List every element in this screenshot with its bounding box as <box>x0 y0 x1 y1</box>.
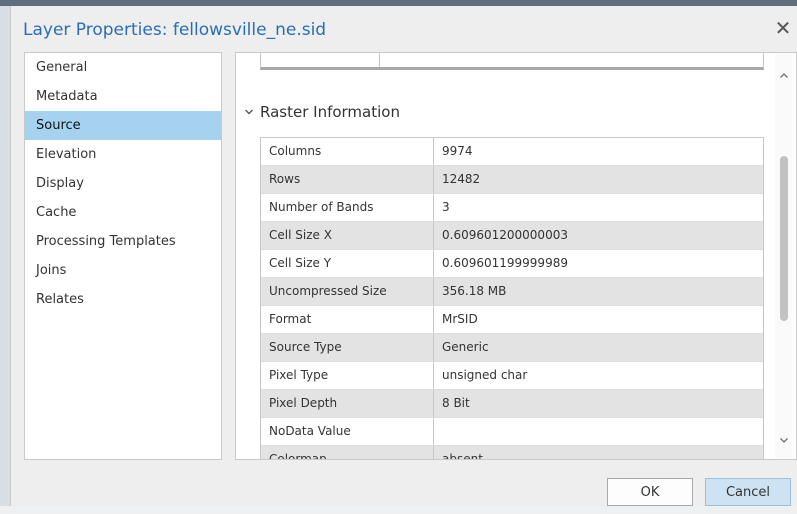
vertical-scrollbar[interactable] <box>775 53 793 459</box>
property-value: 12482 <box>442 172 481 186</box>
properties-nav: General Metadata Source Elevation Displa… <box>24 52 222 460</box>
property-value: 9974 <box>442 144 473 158</box>
property-name: Number of Bands <box>261 194 434 221</box>
close-icon[interactable]: ✕ <box>773 16 793 40</box>
table-row: Cell Size Y 0.609601199999989 <box>261 250 763 278</box>
property-value: 3 <box>442 200 450 214</box>
property-name: Uncompressed Size <box>261 278 434 305</box>
raster-info-table: Columns 9974 Rows 12482 Number of Bands … <box>260 137 764 460</box>
column-divider <box>379 53 380 67</box>
background-window-edge <box>0 6 10 506</box>
property-value: 8 Bit <box>442 396 470 410</box>
table-row: Number of Bands 3 <box>261 194 763 222</box>
nav-item-joins[interactable]: Joins <box>25 256 221 285</box>
property-name: Format <box>261 306 434 333</box>
dialog-title: Layer Properties: fellowsville_ne.sid <box>23 20 327 40</box>
property-name: Cell Size X <box>261 222 434 249</box>
property-value: 356.18 MB <box>442 284 507 298</box>
source-content-panel: Raster Information Columns 9974 Rows 124… <box>235 52 797 460</box>
property-name: Pixel Type <box>261 362 434 389</box>
property-name: Columns <box>261 138 434 165</box>
nav-item-metadata[interactable]: Metadata <box>25 82 221 111</box>
property-value <box>434 418 763 445</box>
table-row: Cell Size X 0.609601200000003 <box>261 222 763 250</box>
property-value: Generic <box>442 340 489 354</box>
scrollbar-thumb[interactable] <box>780 156 788 321</box>
table-row: Pixel Depth 8 Bit <box>261 390 763 418</box>
section-title: Raster Information <box>260 103 400 121</box>
chevron-down-icon <box>245 109 253 115</box>
ok-button[interactable]: OK <box>607 478 693 506</box>
property-name: Cell Size Y <box>261 250 434 277</box>
property-name: NoData Value <box>261 418 434 445</box>
table-row: Colormap absent <box>261 446 763 460</box>
nav-item-source[interactable]: Source <box>25 111 221 140</box>
table-row: Columns 9974 <box>261 138 763 166</box>
nav-item-processing-templates[interactable]: Processing Templates <box>25 227 221 256</box>
property-name: Colormap <box>261 446 434 459</box>
property-name: Pixel Depth <box>261 390 434 417</box>
nav-item-elevation[interactable]: Elevation <box>25 140 221 169</box>
property-value: MrSID <box>442 312 478 326</box>
raster-information-header[interactable]: Raster Information <box>244 103 400 121</box>
property-name: Rows <box>261 166 434 193</box>
nav-item-general[interactable]: General <box>25 53 221 82</box>
nav-item-relates[interactable]: Relates <box>25 285 221 314</box>
nav-item-cache[interactable]: Cache <box>25 198 221 227</box>
table-row: Rows 12482 <box>261 166 763 194</box>
property-value: 0.609601200000003 <box>442 228 568 242</box>
background-window-bottom <box>0 506 797 514</box>
property-value: absent <box>442 452 483 460</box>
property-value: 0.609601199999989 <box>442 256 568 270</box>
table-row: Source Type Generic <box>261 334 763 362</box>
scroll-up-icon[interactable] <box>777 69 791 83</box>
property-name: Source Type <box>261 334 434 361</box>
nav-item-display[interactable]: Display <box>25 169 221 198</box>
property-value: unsigned char <box>442 368 528 382</box>
table-row: Pixel Type unsigned char <box>261 362 763 390</box>
table-row: Format MrSID <box>261 306 763 334</box>
table-row: NoData Value <box>261 418 763 446</box>
previous-table-fragment <box>260 53 764 70</box>
cancel-button[interactable]: Cancel <box>705 478 791 506</box>
scroll-down-icon[interactable] <box>777 433 791 447</box>
layer-properties-dialog: Layer Properties: fellowsville_ne.sid ✕ … <box>10 6 797 506</box>
table-row: Uncompressed Size 356.18 MB <box>261 278 763 306</box>
